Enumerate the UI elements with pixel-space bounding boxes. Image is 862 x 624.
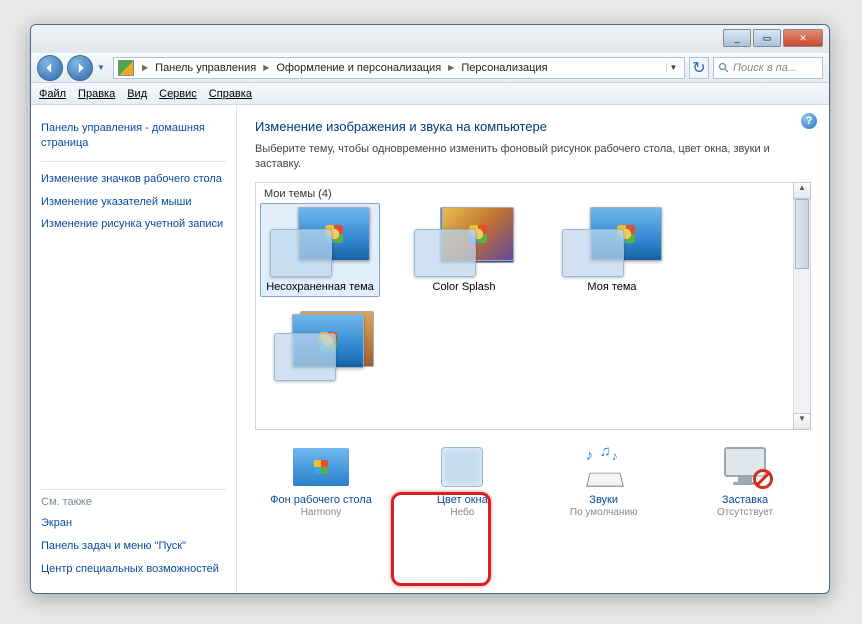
control-panel-icon [118, 60, 134, 76]
aero-glass-icon [274, 333, 336, 381]
chevron-right-icon: ▶ [445, 63, 457, 72]
personalization-options: Фон рабочего стола Harmony Цвет окна Неб… [255, 430, 811, 518]
theme-label: Моя тема [552, 281, 672, 293]
option-label: Заставка [685, 494, 805, 506]
refresh-button[interactable]: ↻ [689, 57, 709, 79]
back-button[interactable] [37, 55, 63, 81]
option-window-color[interactable]: Цвет окна Небо [402, 444, 522, 518]
scrollbar[interactable]: ▲ ▼ [793, 183, 810, 429]
sounds-icon: ♪♫♪ [582, 447, 626, 487]
themes-container: Мои темы (4) Несохраненная тема Color Sp… [255, 182, 811, 430]
aero-glass-icon [562, 229, 624, 277]
breadcrumb-segment[interactable]: Оформление и персонализация [274, 62, 443, 74]
see-also-header: См. также [41, 489, 226, 512]
page-title: Изменение изображения и звука на компьют… [255, 119, 811, 134]
disabled-icon [753, 469, 773, 489]
nav-toolbar: ▼ ▶ Панель управления ▶ Оформление и пер… [31, 53, 829, 83]
scroll-up-button[interactable]: ▲ [793, 182, 811, 199]
search-placeholder: Поиск в па... [733, 62, 797, 74]
option-value: По умолчанию [544, 507, 664, 518]
desktop-background-icon [293, 448, 349, 486]
menu-bar: Файл Правка Вид Сервис Справка [31, 83, 829, 105]
explorer-window: _ ▭ ✕ ▼ ▶ Панель управления ▶ Оформление… [30, 24, 830, 594]
sidebar-link-ease-of-access[interactable]: Центр специальных возможностей [41, 558, 226, 581]
aero-glass-icon [270, 229, 332, 277]
close-button[interactable]: ✕ [783, 29, 823, 47]
theme-item-unsaved[interactable]: Несохраненная тема [260, 203, 380, 297]
forward-button[interactable] [67, 55, 93, 81]
theme-item-color-splash[interactable]: Color Splash [404, 207, 524, 293]
theme-item-4[interactable] [264, 311, 384, 385]
aero-glass-icon [414, 229, 476, 277]
sidebar-link-desktop-icons[interactable]: Изменение значков рабочего стола [41, 168, 226, 191]
breadcrumb-segment[interactable]: Персонализация [459, 62, 549, 74]
minimize-button[interactable]: _ [723, 29, 751, 47]
breadcrumb-segment[interactable]: Панель управления [153, 62, 258, 74]
scroll-down-button[interactable]: ▼ [793, 413, 811, 430]
window-color-icon [441, 447, 483, 487]
menu-help[interactable]: Справка [209, 88, 252, 100]
sidebar: Панель управления - домашняя страница Из… [31, 105, 237, 593]
sidebar-link-taskbar[interactable]: Панель задач и меню "Пуск" [41, 535, 226, 558]
option-value: Отсутствует [685, 507, 805, 518]
main-panel: ? Изменение изображения и звука на компь… [237, 105, 829, 593]
sidebar-home-link[interactable]: Панель управления - домашняя страница [41, 117, 226, 155]
chevron-right-icon: ▶ [260, 63, 272, 72]
maximize-button[interactable]: ▭ [753, 29, 781, 47]
sidebar-link-display[interactable]: Экран [41, 512, 226, 535]
scroll-track[interactable] [794, 199, 810, 413]
option-value: Harmony [261, 507, 381, 518]
menu-service[interactable]: Сервис [159, 88, 197, 100]
option-screensaver[interactable]: Заставка Отсутствует [685, 444, 805, 518]
menu-edit[interactable]: Правка [78, 88, 115, 100]
address-bar[interactable]: ▶ Панель управления ▶ Оформление и персо… [113, 57, 685, 79]
theme-grid: Несохраненная тема Color Splash Моя тема [256, 205, 810, 387]
help-icon[interactable]: ? [801, 113, 817, 129]
nav-history-dropdown[interactable]: ▼ [97, 63, 109, 72]
content-body: Панель управления - домашняя страница Из… [31, 105, 829, 593]
option-label: Цвет окна [402, 494, 522, 506]
titlebar: _ ▭ ✕ [31, 25, 829, 53]
option-value: Небо [402, 507, 522, 518]
menu-file[interactable]: Файл [39, 88, 66, 100]
option-desktop-background[interactable]: Фон рабочего стола Harmony [261, 444, 381, 518]
option-label: Звуки [544, 494, 664, 506]
sidebar-link-account-picture[interactable]: Изменение рисунка учетной записи [41, 213, 226, 236]
scroll-thumb[interactable] [795, 199, 809, 269]
theme-label: Color Splash [404, 281, 524, 293]
screensaver-icon [721, 447, 769, 487]
theme-item-my-theme[interactable]: Моя тема [552, 207, 672, 293]
search-icon [718, 62, 730, 74]
option-label: Фон рабочего стола [261, 494, 381, 506]
sidebar-link-mouse-pointers[interactable]: Изменение указателей мыши [41, 191, 226, 214]
search-input[interactable]: Поиск в па... [713, 57, 823, 79]
my-themes-header: Мои темы (4) [256, 183, 810, 205]
theme-label: Несохраненная тема [264, 281, 376, 293]
page-description: Выберите тему, чтобы одновременно измени… [255, 142, 811, 172]
chevron-right-icon: ▶ [139, 63, 151, 72]
menu-view[interactable]: Вид [127, 88, 147, 100]
option-sounds[interactable]: ♪♫♪ Звуки По умолчанию [544, 444, 664, 518]
address-dropdown[interactable]: ▼ [666, 63, 680, 72]
